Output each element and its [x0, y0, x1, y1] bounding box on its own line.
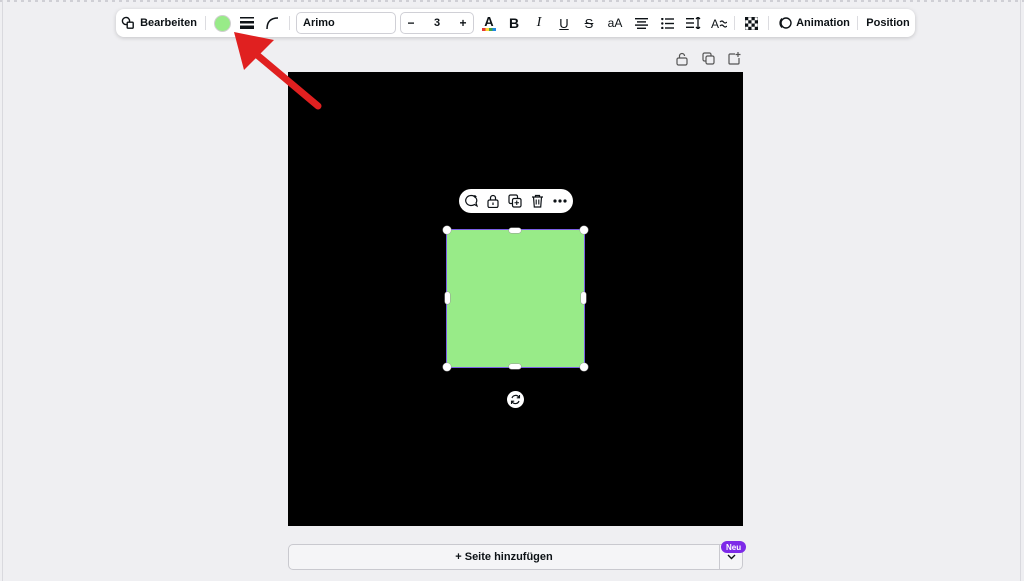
- alignment-button[interactable]: [630, 9, 652, 37]
- decrease-size-button[interactable]: −: [402, 13, 420, 33]
- toolbar-divider: [768, 16, 769, 30]
- position-button[interactable]: Position: [864, 9, 912, 37]
- edit-label: Bearbeiten: [140, 17, 197, 29]
- position-label: Position: [866, 17, 910, 29]
- resize-handle-top-left[interactable]: [443, 226, 451, 234]
- duplicate-icon: [508, 194, 522, 208]
- page-actions: [676, 52, 742, 66]
- duplicate-page-button[interactable]: [702, 52, 715, 70]
- resize-handle-bottom-right[interactable]: [580, 363, 588, 371]
- letter-case-label: aA: [607, 16, 623, 30]
- text-color-icon: A: [482, 15, 496, 31]
- resize-handle-left[interactable]: [445, 292, 450, 304]
- duplicate-page-icon: [702, 52, 715, 65]
- delete-element-button[interactable]: [527, 189, 547, 213]
- left-guide-line: [2, 0, 3, 581]
- italic-button[interactable]: I: [529, 9, 549, 37]
- lock-icon: [487, 194, 499, 208]
- lock-icon: [676, 52, 688, 66]
- svg-text:A: A: [484, 15, 494, 29]
- strikethrough-button[interactable]: S: [579, 9, 599, 37]
- green-square-shape[interactable]: [446, 229, 585, 368]
- italic-icon: I: [536, 15, 542, 30]
- spacing-icon: [685, 17, 700, 29]
- animation-label: Animation: [796, 17, 850, 29]
- spacing-button[interactable]: [682, 9, 704, 37]
- align-center-icon: [634, 17, 648, 29]
- resize-handle-top-right[interactable]: [580, 226, 588, 234]
- svg-text:A: A: [711, 17, 719, 29]
- font-size-stepper: − 3 +: [400, 12, 474, 34]
- red-arrow-annotation: [234, 32, 322, 110]
- underline-icon: U: [559, 15, 569, 31]
- toolbar-divider: [205, 16, 206, 30]
- comment-button[interactable]: [461, 189, 481, 213]
- increase-size-button[interactable]: +: [454, 13, 472, 33]
- font-size-value[interactable]: 3: [423, 13, 451, 33]
- add-page-icon: [728, 52, 741, 65]
- strikethrough-icon: S: [584, 15, 594, 31]
- more-icon: [553, 199, 567, 203]
- new-badge: Neu: [721, 541, 747, 553]
- list-icon: [660, 17, 674, 29]
- chevron-down-icon: [727, 554, 735, 560]
- rotate-icon: [510, 394, 521, 405]
- ruler-guide: [0, 0, 1024, 2]
- selected-shape-group: [443, 226, 588, 371]
- underline-button[interactable]: U: [554, 9, 574, 37]
- element-floating-toolbar: [459, 189, 573, 213]
- edit-button[interactable]: Bearbeiten: [121, 9, 197, 37]
- letter-case-button[interactable]: aA: [604, 9, 626, 37]
- toolbar-divider: [857, 16, 858, 30]
- lock-page-button[interactable]: [676, 52, 688, 71]
- effects-icon: A: [711, 17, 727, 29]
- shapes-icon: [121, 16, 134, 29]
- animation-button[interactable]: Animation: [776, 9, 852, 37]
- duplicate-element-button[interactable]: [505, 189, 525, 213]
- comment-icon: [465, 194, 478, 208]
- transparency-button[interactable]: [740, 9, 762, 37]
- rotate-handle[interactable]: [507, 391, 524, 408]
- animation-icon: [779, 17, 792, 29]
- resize-handle-right[interactable]: [581, 292, 586, 304]
- add-page-button[interactable]: + Seite hinzufügen: [289, 545, 719, 569]
- lock-element-button[interactable]: [483, 189, 503, 213]
- resize-handle-top[interactable]: [509, 228, 521, 233]
- more-options-button[interactable]: [550, 189, 570, 213]
- trash-icon: [531, 194, 543, 208]
- toolbar-divider: [734, 16, 735, 30]
- bold-icon: B: [508, 15, 520, 31]
- list-button[interactable]: [656, 9, 678, 37]
- transparency-icon: [744, 16, 758, 30]
- resize-handle-bottom[interactable]: [509, 364, 521, 369]
- right-guide-line: [1020, 0, 1021, 581]
- resize-handle-bottom-left[interactable]: [443, 363, 451, 371]
- effects-button[interactable]: A: [708, 9, 730, 37]
- text-color-button[interactable]: A: [479, 9, 499, 37]
- bold-button[interactable]: B: [504, 9, 524, 37]
- add-page-button[interactable]: [728, 52, 741, 70]
- add-page-bar: + Seite hinzufügen: [288, 544, 743, 570]
